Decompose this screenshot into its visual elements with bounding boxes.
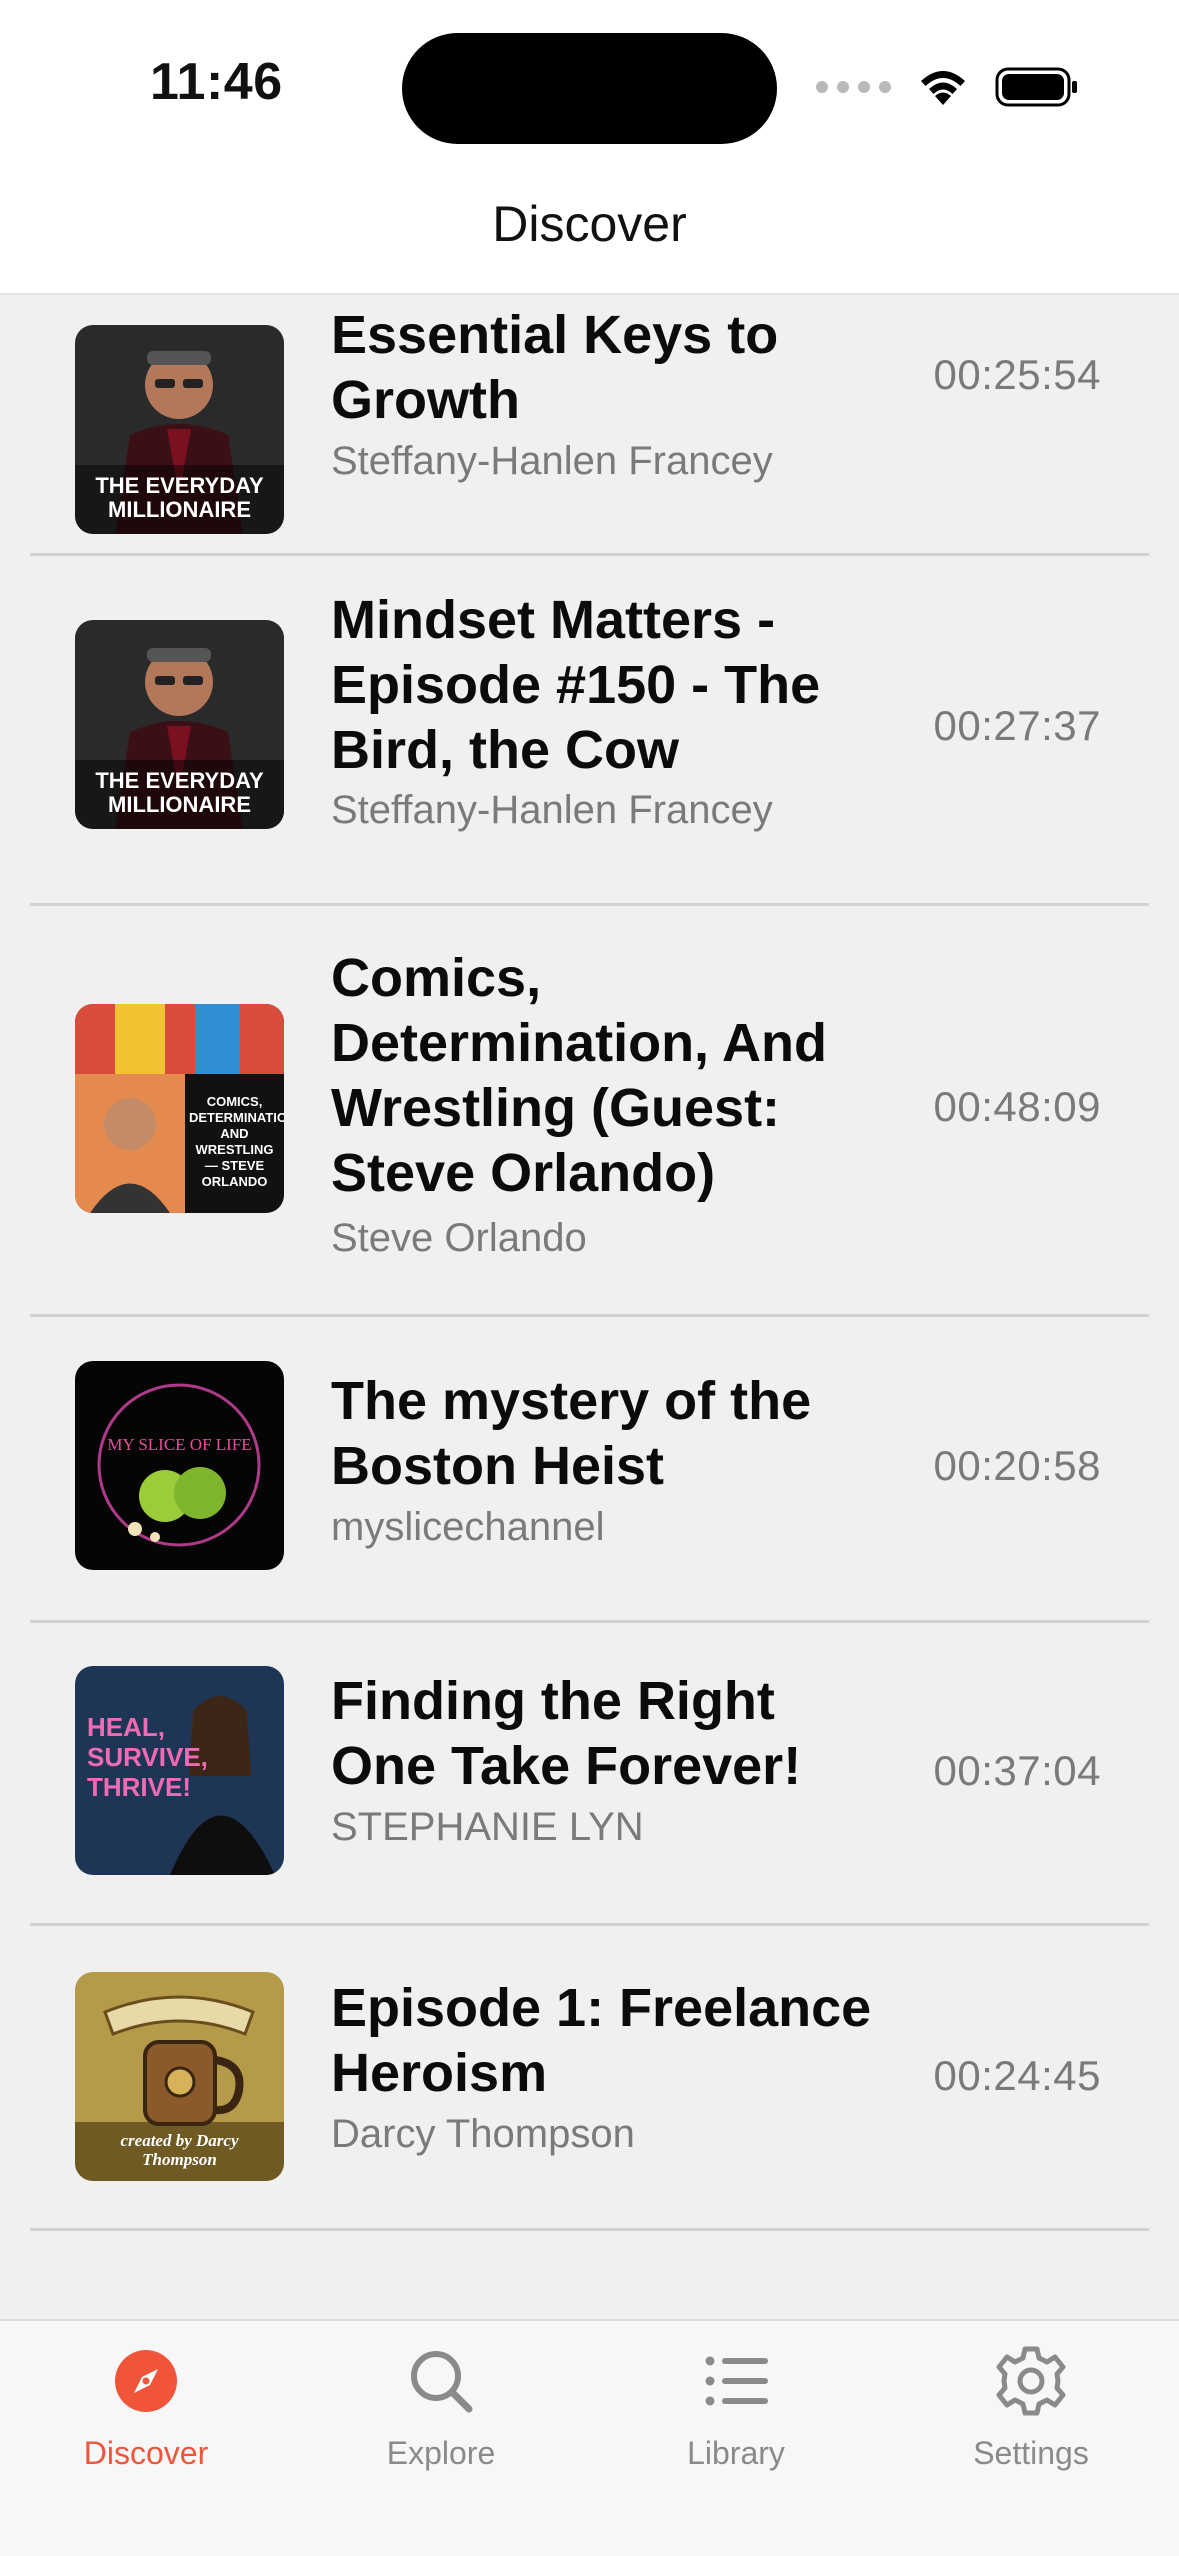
tab-library[interactable]: Library [626,2341,846,2472]
episode-row[interactable]: COMICS, DETERMINATION AND WRESTLING — ST… [0,906,1179,1317]
episode-title: The mystery of the Boston Heist [331,1371,812,1496]
episode-title: Episode 1: Freelance Heroism [331,1978,872,2103]
episode-row[interactable]: THE EVERYDAY MILLIONAIRE Mindset Matters… [0,556,1179,906]
episode-row[interactable]: created by Darcy Thompson Episode 1: Fre… [0,1926,1179,2231]
episode-title: Mindset Matters - Episode #150 - The Bir… [331,590,821,780]
episode-duration: 00:25:54 [933,351,1101,398]
episode-duration: 00:27:37 [933,702,1101,749]
gear-icon [996,2346,1066,2416]
episode-author: Darcy Thompson [331,2112,635,2156]
episode-title: Finding the Right One Take Forever! [331,1671,802,1796]
episode-title: Comics, Determination, And Wrestling (Gu… [331,948,828,1203]
compass-icon [115,2350,177,2412]
episode-artwork: THE EVERYDAY MILLIONAIRE [75,325,284,534]
episode-author: Steffany-Hanlen Francey [331,788,773,832]
battery-icon [995,67,1077,107]
episode-duration: 00:20:58 [933,1442,1101,1489]
tab-discover[interactable]: Discover [36,2341,256,2472]
dynamic-island [402,33,777,144]
tab-label: Library [687,2435,785,2471]
episode-author: myslicechannel [331,1505,605,1549]
status-icons [816,64,1079,110]
episode-artwork: HEAL, SURVIVE, THRIVE! [75,1666,284,1875]
artwork-caption: created by Darcy Thompson [120,2131,239,2169]
tab-label: Explore [386,2435,496,2471]
list-icon [705,2356,768,2406]
cellular-signal-icon [816,81,891,93]
tab-label: Settings [973,2435,1089,2471]
episode-duration: 00:48:09 [933,1083,1101,1130]
tab-explore[interactable]: Explore [331,2341,551,2472]
episode-artwork: MY SLICE OF LIFE [75,1361,284,1570]
discover-screen: THE EVERYDAY MILLIONAIRE Essential Keys … [0,0,1179,2556]
episode-artwork: THE EVERYDAY MILLIONAIRE [75,620,284,829]
navigation-header: 11:46 Discover [0,0,1179,295]
episode-row[interactable]: HEAL, SURVIVE, THRIVE! Finding the Right… [0,1623,1179,1926]
tab-settings[interactable]: Settings [921,2341,1141,2472]
episode-artwork: created by Darcy Thompson [75,1972,284,2181]
episode-row[interactable]: MY SLICE OF LIFE The mystery of the Bost… [0,1317,1179,1623]
tab-label: Discover [83,2435,209,2471]
artwork-caption: THE EVERYDAY MILLIONAIRE [95,473,264,522]
artwork-caption: THE EVERYDAY MILLIONAIRE [95,768,264,817]
search-icon [411,2351,473,2413]
wifi-icon [921,71,965,105]
row-divider [30,2228,1149,2231]
episode-title: Essential Keys to Growth [331,305,779,430]
tab-bar: Discover Explore Library Settings [0,2319,1179,2556]
page-title: Discover [492,196,687,252]
episode-author: Steffany-Hanlen Francey [331,439,773,483]
episode-author: STEPHANIE LYN [331,1805,644,1849]
artwork-caption: MY SLICE OF LIFE [107,1435,252,1454]
artwork-caption: HEAL, SURVIVE, THRIVE! [87,1712,208,1802]
status-time: 11:46 [150,53,283,111]
episode-author: Steve Orlando [331,1216,587,1260]
episode-duration: 00:24:45 [933,2052,1101,2099]
artwork-caption: COMICS, DETERMINATION AND WRESTLING — ST… [189,1094,284,1189]
episode-artwork: COMICS, DETERMINATION AND WRESTLING — ST… [75,1004,284,1213]
episode-duration: 00:37:04 [933,1747,1101,1794]
